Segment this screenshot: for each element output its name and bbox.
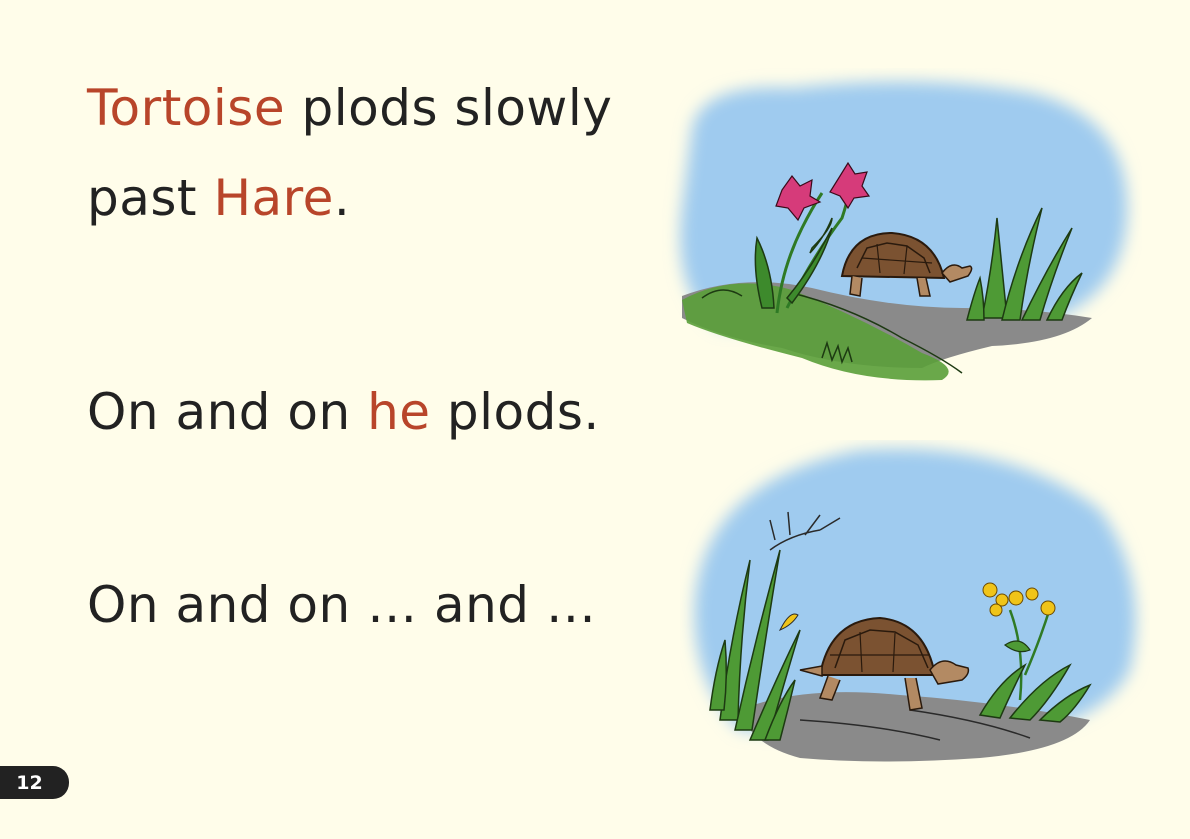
sentence-on-and-on-and: On and on … and … xyxy=(87,575,596,635)
sentence-tortoise-plods: Tortoise plods slowly xyxy=(87,78,612,138)
tortoise-with-flowers-illustration xyxy=(680,81,1128,381)
word-he: he xyxy=(367,383,431,441)
text-plods: plods. xyxy=(430,383,600,441)
sentence-past-hare: past Hare. xyxy=(87,168,350,228)
sentence-on-and-on-he-plods: On and on he plods. xyxy=(87,382,600,442)
text-on-and-on: On and on xyxy=(87,383,368,441)
word-hare: Hare xyxy=(213,169,334,227)
text-past: past xyxy=(87,169,214,227)
page-number: 12 xyxy=(16,771,43,794)
word-tortoise: Tortoise xyxy=(87,79,286,137)
text-period: . xyxy=(333,169,351,227)
tortoise-walking-illustration xyxy=(694,448,1136,762)
page-number-badge: 12 xyxy=(0,766,69,799)
text-plods-slowly: plods slowly xyxy=(285,79,613,137)
text-on-and-on-and: On and on … and … xyxy=(87,576,597,634)
